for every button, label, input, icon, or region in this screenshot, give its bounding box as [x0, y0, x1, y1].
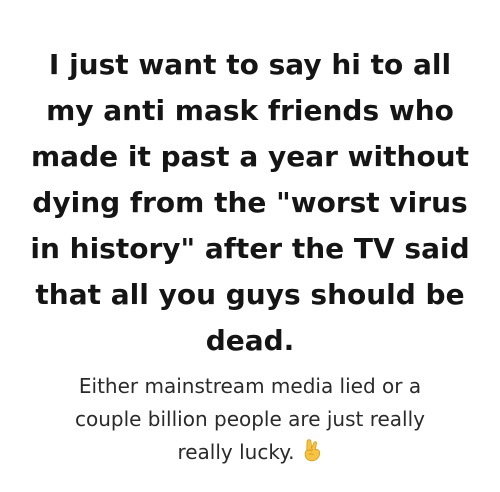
- headline-line: my anti mask friends who: [46, 94, 454, 127]
- caption-text: Either mainstream media lied or a couple…: [0, 370, 500, 469]
- headline-line: I just want to say hi to all: [48, 48, 452, 81]
- headline-line: dead.: [205, 324, 295, 357]
- caption-line: couple billion people are just really: [74, 407, 425, 431]
- caption-line-text: really lucky.: [177, 440, 295, 464]
- headline-line: in history" after the TV said: [30, 232, 470, 265]
- crossed-fingers-icon: [304, 439, 320, 462]
- headline-line: made it past a year without: [31, 140, 469, 173]
- caption-line-last: really lucky.: [0, 436, 500, 469]
- meme-card: I just want to say hi to all my anti mas…: [0, 0, 500, 492]
- caption-line: Either mainstream media lied or a: [78, 374, 422, 398]
- headline-line: dying from the "worst virus: [32, 186, 468, 219]
- headline-text: I just want to say hi to all my anti mas…: [0, 42, 500, 364]
- headline-line: that all you guys should be: [35, 278, 465, 311]
